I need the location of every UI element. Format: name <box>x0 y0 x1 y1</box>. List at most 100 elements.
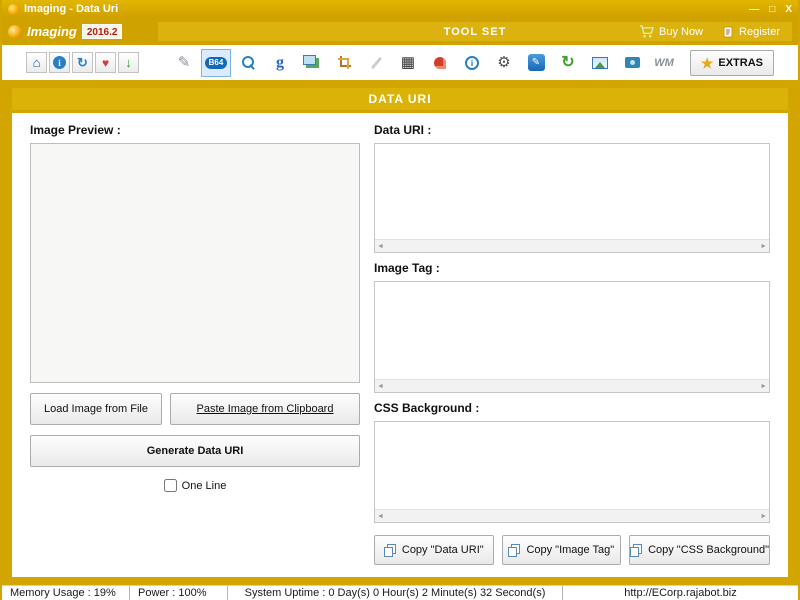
copy-image-tag-label: Copy "Image Tag" <box>526 544 615 556</box>
copy-icon <box>508 543 521 557</box>
home-button[interactable]: ⌂ <box>26 52 47 73</box>
copy-data-uri-button[interactable]: Copy "Data URI" <box>374 535 494 565</box>
favorite-button[interactable]: ♥ <box>95 52 116 73</box>
copy-icon <box>630 543 643 557</box>
edit-icon: ✎ <box>527 54 545 71</box>
photos-icon <box>302 54 316 65</box>
register-icon <box>723 26 733 37</box>
buy-now-button[interactable]: Buy Now <box>639 25 703 38</box>
header: Imaging 2016.2 TOOL SET Buy Now Register <box>2 18 798 45</box>
version-badge: 2016.2 <box>81 24 123 39</box>
one-line-checkbox[interactable] <box>163 479 177 492</box>
heart-icon: ♥ <box>101 55 110 70</box>
load-image-button[interactable]: Load Image from File <box>30 393 162 425</box>
one-line-option: One Line <box>30 479 360 492</box>
left-column: Image Preview : Load Image from File Pas… <box>30 123 360 565</box>
grid-icon: ▦ <box>400 54 416 71</box>
copy-css-background-button[interactable]: Copy "CSS Background" <box>629 535 770 565</box>
image-tag-label: Image Tag : <box>374 261 440 275</box>
header-links: Buy Now Register <box>639 25 792 38</box>
watermark-icon: WM <box>654 56 674 69</box>
search-icon <box>241 56 255 69</box>
css-background-hscrollbar[interactable]: ◄ ► <box>375 509 769 522</box>
brush-icon <box>370 56 382 69</box>
watermark-button[interactable]: WM <box>649 49 679 77</box>
close-button[interactable]: X <box>785 4 792 15</box>
window-controls: — □ X <box>749 4 792 15</box>
paste-image-button[interactable]: Paste Image from Clipboard <box>170 393 360 425</box>
right-column: Data URI : ◄ ► Image Tag : ◄ ► CSS Backg… <box>374 123 770 565</box>
google-icon: g <box>276 53 284 71</box>
vendor-url: http://ECorp.rajabot.biz <box>624 587 737 599</box>
cart-icon <box>640 25 654 38</box>
app-window: Imaging - Data Uri — □ X Imaging 2016.2 … <box>0 0 800 600</box>
data-uri-hscrollbar[interactable]: ◄ ► <box>375 239 769 252</box>
google-search-button[interactable]: g <box>265 49 295 77</box>
extras-button[interactable]: ★ EXTRAS <box>689 49 774 76</box>
copy-icon <box>383 543 396 557</box>
home-icon: ⌂ <box>32 55 41 70</box>
image-tag-textarea[interactable] <box>375 282 769 379</box>
copy-buttons-row: Copy "Data URI" Copy "Image Tag" Copy "C… <box>374 535 770 565</box>
nav-group: ⌂ i ↻ ♥ ↓ <box>26 52 141 73</box>
pixel-grid-button[interactable]: ▦ <box>393 49 423 77</box>
paint-icon <box>434 56 446 69</box>
image-tag-hscrollbar[interactable]: ◄ ► <box>375 379 769 392</box>
css-background-label: CSS Background : <box>374 401 480 415</box>
settings-button[interactable]: ⚙ <box>489 49 519 77</box>
tool-set: ✎ B64 g ▦ i ⚙ ✎ ↻ WM <box>169 48 679 77</box>
register-label: Register <box>739 25 780 38</box>
generate-data-uri-button[interactable]: Generate Data URI <box>30 435 360 467</box>
base64-encoder-button[interactable]: B64 <box>201 48 231 77</box>
brand: Imaging 2016.2 <box>8 24 158 39</box>
page-title: DATA URI <box>12 88 788 110</box>
editor-button[interactable]: ✎ <box>521 49 551 77</box>
css-background-textarea[interactable] <box>375 422 769 509</box>
data-uri-label: Data URI : <box>374 123 432 137</box>
app-name: Imaging <box>27 24 77 39</box>
extras-label: EXTRAS <box>718 56 763 69</box>
data-uri-textarea[interactable] <box>375 144 769 239</box>
gear-icon: ⚙ <box>497 54 511 71</box>
image-preview-area <box>30 143 360 383</box>
app-icon <box>8 3 19 15</box>
toolset-strip: TOOL SET Buy Now Register <box>158 22 792 41</box>
scroll-left-icon[interactable]: ◄ <box>377 513 384 520</box>
about-button[interactable]: i <box>49 52 70 73</box>
paint-button[interactable] <box>425 49 455 77</box>
titlebar: Imaging - Data Uri — □ X <box>2 0 798 18</box>
one-line-label: One Line <box>181 479 227 492</box>
register-button[interactable]: Register <box>723 26 780 38</box>
pen-icon: ✎ <box>177 54 191 71</box>
scroll-right-icon[interactable]: ► <box>760 383 767 390</box>
sync-button[interactable]: ↻ <box>72 52 93 73</box>
refresh-button[interactable]: ↻ <box>553 49 583 77</box>
window-title: Imaging - Data Uri <box>24 3 119 15</box>
screenshot-button[interactable] <box>617 49 647 77</box>
image-stack-button[interactable] <box>297 49 327 77</box>
maximize-button[interactable]: □ <box>769 4 775 15</box>
crop-button[interactable] <box>329 49 359 77</box>
minimize-button[interactable]: — <box>749 4 759 15</box>
color-picker-button[interactable]: ✎ <box>169 49 199 77</box>
scroll-left-icon[interactable]: ◄ <box>377 383 384 390</box>
refresh-icon: ↻ <box>561 53 575 71</box>
scroll-right-icon[interactable]: ► <box>760 513 767 520</box>
crop-icon <box>337 56 351 69</box>
scroll-left-icon[interactable]: ◄ <box>377 243 384 250</box>
toolbar: ⌂ i ↻ ♥ ↓ ✎ B64 g ▦ i ⚙ ✎ ↻ WM ★ EXTRAS <box>2 45 798 80</box>
load-paste-row: Load Image from File Paste Image from Cl… <box>30 393 360 425</box>
download-button[interactable]: ↓ <box>118 52 139 73</box>
star-icon: ★ <box>700 54 714 71</box>
image-preview-label: Image Preview : <box>30 123 121 137</box>
info-icon: i <box>53 56 66 69</box>
camera-icon <box>624 57 640 68</box>
uptime-status: System Uptime : 0 Day(s) 0 Hour(s) 2 Min… <box>228 586 563 600</box>
picture-button[interactable] <box>585 49 615 77</box>
brush-button[interactable] <box>361 49 391 77</box>
image-info-button[interactable]: i <box>457 49 487 77</box>
copy-image-tag-button[interactable]: Copy "Image Tag" <box>501 535 622 565</box>
magnifier-button[interactable] <box>233 49 263 77</box>
scroll-right-icon[interactable]: ► <box>760 243 767 250</box>
css-background-box: ◄ ► <box>374 421 770 523</box>
